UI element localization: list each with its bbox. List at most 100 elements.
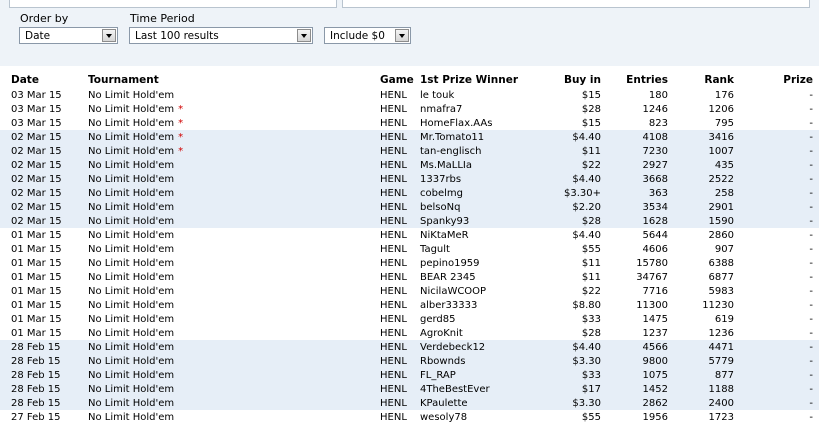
table-row[interactable]: 28 Feb 15 No Limit Hold'em HENL Rbownds $3.3…	[0, 354, 819, 368]
column-header-winner[interactable]: 1st Prize Winner	[420, 72, 550, 88]
chevron-down-icon	[102, 29, 116, 42]
cell-buyin-text: $11	[581, 271, 601, 283]
table-row[interactable]: 28 Feb 15 No Limit Hold'em HENL Verdebeck12…	[0, 340, 819, 354]
column-header-entries[interactable]: Entries	[601, 72, 668, 88]
cell-prize: -	[734, 396, 819, 410]
cell-rank: 795	[668, 116, 734, 130]
table-row[interactable]: 01 Mar 15 No Limit Hold'em HENL alber33333 $…	[0, 298, 819, 312]
column-header-prize[interactable]: Prize	[734, 72, 819, 88]
cell-entries-text: 4108	[642, 131, 668, 143]
cell-date: 03 Mar 15	[0, 88, 88, 102]
cell-winner-text: nmafra7	[420, 103, 463, 115]
cell-winner-text: wesoly78	[420, 411, 468, 423]
time-period-label: Time Period	[130, 12, 195, 25]
table-row[interactable]: 28 Feb 15 No Limit Hold'em HENL FL_RAP $33 10…	[0, 368, 819, 382]
cell-date: 03 Mar 15	[0, 102, 88, 116]
table-row[interactable]: 02 Mar 15 No Limit Hold'em * HENL Mr.Tomato1…	[0, 130, 819, 144]
cell-winner: Rbownds	[420, 354, 550, 368]
cell-winner: Verdebeck12	[420, 340, 550, 354]
cell-game-text: HENL	[380, 215, 407, 227]
cell-buyin-text: $11	[581, 145, 601, 157]
cell-tournament: No Limit Hold'em	[88, 340, 380, 354]
cell-prize-text: -	[809, 117, 813, 129]
table-row[interactable]: 02 Mar 15 No Limit Hold'em HENL 1337rbs $4.4…	[0, 172, 819, 186]
table-row[interactable]: 03 Mar 15 No Limit Hold'em * HENL HomeFlax.A…	[0, 116, 819, 130]
cell-tournament: No Limit Hold'em	[88, 298, 380, 312]
cell-prize: -	[734, 382, 819, 396]
time-period-select[interactable]: Last 100 results	[129, 27, 313, 44]
cell-winner: tan-englisch	[420, 144, 550, 158]
cell-winner-text: tan-englisch	[420, 145, 482, 157]
cell-entries-text: 1246	[642, 103, 668, 115]
cell-prize-text: -	[809, 215, 813, 227]
table-row[interactable]: 03 Mar 15 No Limit Hold'em * HENL nmafra7 $28…	[0, 102, 819, 116]
table-row[interactable]: 01 Mar 15 No Limit Hold'em HENL AgroKnit $28…	[0, 326, 819, 340]
table-row[interactable]: 02 Mar 15 No Limit Hold'em HENL Ms.MaLLIa $2…	[0, 158, 819, 172]
cell-buyin-text: $2.20	[572, 201, 601, 213]
cell-date-text: 27 Feb 15	[11, 411, 61, 423]
cell-winner: Mr.Tomato11	[420, 130, 550, 144]
cell-game: HENL	[380, 340, 420, 354]
cell-winner-text: AgroKnit	[420, 327, 463, 339]
table-row[interactable]: 03 Mar 15 No Limit Hold'em HENL le touk $15 1…	[0, 88, 819, 102]
cell-prize: -	[734, 284, 819, 298]
table-row[interactable]: 28 Feb 15 No Limit Hold'em HENL KPaulette $3…	[0, 396, 819, 410]
column-header-game[interactable]: Game	[380, 72, 420, 88]
cell-entries-text: 1075	[642, 369, 668, 381]
cell-date-text: 02 Mar 15	[11, 145, 62, 157]
column-header-rank[interactable]: Rank	[668, 72, 734, 88]
cell-buyin-text: $4.40	[572, 173, 601, 185]
cell-rank-text: 1723	[708, 411, 734, 423]
table-row[interactable]: 02 Mar 15 No Limit Hold'em HENL cobelmg $3.3…	[0, 186, 819, 200]
table-row[interactable]: 02 Mar 15 No Limit Hold'em HENL belsoNq $2.2…	[0, 200, 819, 214]
cell-rank-text: 1236	[708, 327, 734, 339]
cell-entries-text: 1628	[642, 215, 668, 227]
cell-rank: 258	[668, 186, 734, 200]
cell-date-text: 28 Feb 15	[11, 383, 61, 395]
table-row[interactable]: 01 Mar 15 No Limit Hold'em HENL NiKtaMeR $4.…	[0, 228, 819, 242]
cell-rank-text: 4471	[708, 341, 734, 353]
cell-buyin: $28	[550, 102, 601, 116]
cell-rank-text: 2901	[708, 201, 734, 213]
cell-prize: -	[734, 144, 819, 158]
cell-game-text: HENL	[380, 89, 407, 101]
cell-tournament: No Limit Hold'em	[88, 382, 380, 396]
cell-rank-text: 2522	[708, 173, 734, 185]
cell-rank-text: 5983	[708, 285, 734, 297]
cell-prize-text: -	[809, 103, 813, 115]
table-row[interactable]: 01 Mar 15 No Limit Hold'em HENL pepino1959 $…	[0, 256, 819, 270]
column-header-buyin[interactable]: Buy in	[550, 72, 601, 88]
column-header-date[interactable]: Date	[0, 72, 88, 88]
cell-tournament-text: No Limit Hold'em	[88, 285, 175, 297]
order-by-select[interactable]: Date	[19, 27, 118, 44]
table-row[interactable]: 27 Feb 15 No Limit Hold'em HENL wesoly78 $55…	[0, 410, 819, 424]
cell-rank: 4471	[668, 340, 734, 354]
cell-buyin: $55	[550, 410, 601, 424]
cell-rank: 1206	[668, 102, 734, 116]
cell-tournament: No Limit Hold'em	[88, 200, 380, 214]
include-zero-select[interactable]: Include $0	[324, 27, 411, 44]
cell-rank: 1723	[668, 410, 734, 424]
cell-tournament: No Limit Hold'em *	[88, 102, 380, 116]
cell-buyin-text: $3.30	[572, 397, 601, 409]
table-row[interactable]: 01 Mar 15 No Limit Hold'em HENL Tagult $55 46…	[0, 242, 819, 256]
cell-rank: 877	[668, 368, 734, 382]
table-header-row: Date Tournament Game 1st Prize Winner Bu…	[0, 72, 819, 88]
cell-winner-text: pepino1959	[420, 257, 480, 269]
cell-entries: 3668	[601, 172, 668, 186]
table-row[interactable]: 01 Mar 15 No Limit Hold'em HENL gerd85 $33 14…	[0, 312, 819, 326]
cell-date-text: 03 Mar 15	[11, 117, 62, 129]
cell-tournament: No Limit Hold'em	[88, 270, 380, 284]
cell-entries: 11300	[601, 298, 668, 312]
table-row[interactable]: 28 Feb 15 No Limit Hold'em HENL 4TheBestEve…	[0, 382, 819, 396]
table-row[interactable]: 02 Mar 15 No Limit Hold'em * HENL tan-englis…	[0, 144, 819, 158]
column-header-tournament[interactable]: Tournament	[88, 72, 380, 88]
table-row[interactable]: 01 Mar 15 No Limit Hold'em HENL NicilaWCOOP…	[0, 284, 819, 298]
table-row[interactable]: 01 Mar 15 No Limit Hold'em HENL BEAR 2345 $1…	[0, 270, 819, 284]
table-row[interactable]: 02 Mar 15 No Limit Hold'em HENL Spanky93 $28…	[0, 214, 819, 228]
cell-buyin-text: $55	[581, 411, 601, 423]
cell-buyin-text: $28	[581, 327, 601, 339]
cell-date: 01 Mar 15	[0, 228, 88, 242]
cell-buyin: $3.30+	[550, 186, 601, 200]
cell-date-text: 28 Feb 15	[11, 341, 61, 353]
